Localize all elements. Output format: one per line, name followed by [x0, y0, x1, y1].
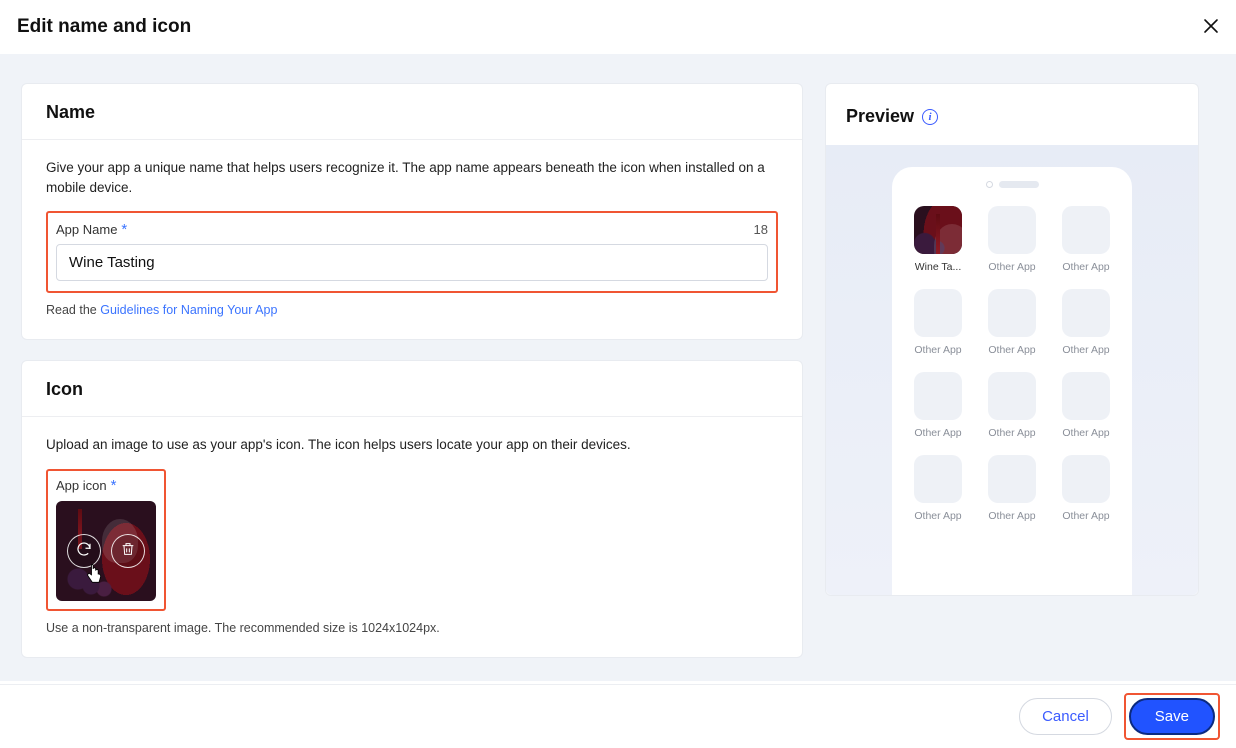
- app-slot-placeholder: Other App: [984, 206, 1040, 273]
- required-asterisk: *: [111, 477, 117, 494]
- app-slot-placeholder: Other App: [984, 289, 1040, 356]
- delete-icon-button[interactable]: [111, 534, 145, 568]
- device-preview-area: Wine Ta... Other App Other App Other App…: [826, 145, 1198, 595]
- home-screen-grid: Wine Ta... Other App Other App Other App…: [910, 206, 1114, 522]
- app-name-field-highlight: App Name* 18: [46, 211, 778, 293]
- preview-app-label: Wine Ta...: [915, 261, 962, 273]
- refresh-icon: [75, 540, 93, 561]
- app-icon-thumbnail: [56, 501, 156, 601]
- name-card: Name Give your app a unique name that he…: [21, 83, 803, 340]
- preview-heading: Preview: [846, 106, 914, 127]
- name-description: Give your app a unique name that helps u…: [46, 158, 778, 197]
- app-slot-placeholder: Other App: [984, 455, 1040, 522]
- close-button[interactable]: [1203, 16, 1219, 38]
- app-slot-placeholder: Other App: [984, 372, 1040, 439]
- icon-heading: Icon: [46, 379, 778, 400]
- cancel-button[interactable]: Cancel: [1019, 698, 1112, 735]
- naming-guidelines-link[interactable]: Guidelines for Naming Your App: [100, 303, 277, 317]
- phone-mock: Wine Ta... Other App Other App Other App…: [892, 167, 1132, 595]
- app-icon-hint: Use a non-transparent image. The recomme…: [46, 621, 778, 635]
- app-slot-placeholder: Other App: [1058, 289, 1114, 356]
- replace-icon-button[interactable]: [67, 534, 101, 568]
- app-name-char-count: 18: [754, 222, 768, 237]
- info-icon[interactable]: i: [922, 109, 938, 125]
- save-button[interactable]: Save: [1129, 698, 1215, 735]
- app-slot-placeholder: Other App: [1058, 206, 1114, 273]
- app-name-hint: Read the Guidelines for Naming Your App: [46, 303, 778, 317]
- preview-app-icon: [914, 206, 962, 254]
- name-heading: Name: [46, 102, 778, 123]
- trash-icon: [120, 541, 136, 560]
- app-slot-placeholder: Other App: [910, 372, 966, 439]
- save-button-highlight: Save: [1124, 693, 1220, 740]
- app-icon-field-highlight: App icon*: [46, 469, 166, 611]
- phone-camera-dot: [986, 181, 993, 188]
- app-slot-placeholder: Other App: [910, 289, 966, 356]
- app-slot-placeholder: Other App: [1058, 455, 1114, 522]
- app-slot-placeholder: Other App: [1058, 372, 1114, 439]
- dialog-title: Edit name and icon: [17, 16, 191, 38]
- dialog-header: Edit name and icon: [0, 0, 1236, 54]
- app-slot-current: Wine Ta...: [910, 206, 966, 273]
- close-icon: [1203, 14, 1219, 39]
- dialog-content: Name Give your app a unique name that he…: [0, 54, 1236, 681]
- icon-card: Icon Upload an image to use as your app'…: [21, 360, 803, 658]
- phone-speaker-pill: [999, 181, 1039, 188]
- preview-card: Preview i Wine Ta... Other App: [825, 83, 1199, 596]
- app-slot-placeholder: Other App: [910, 455, 966, 522]
- right-column: Preview i Wine Ta... Other App: [825, 83, 1199, 652]
- left-column: Name Give your app a unique name that he…: [21, 83, 803, 652]
- app-name-label: App Name*: [56, 221, 127, 238]
- app-icon-label: App icon*: [56, 478, 116, 493]
- required-asterisk: *: [121, 221, 127, 238]
- icon-description: Upload an image to use as your app's ico…: [46, 435, 778, 455]
- dialog-footer: Cancel Save: [0, 684, 1236, 748]
- phone-speaker-area: [910, 181, 1114, 188]
- app-name-input[interactable]: [56, 244, 768, 281]
